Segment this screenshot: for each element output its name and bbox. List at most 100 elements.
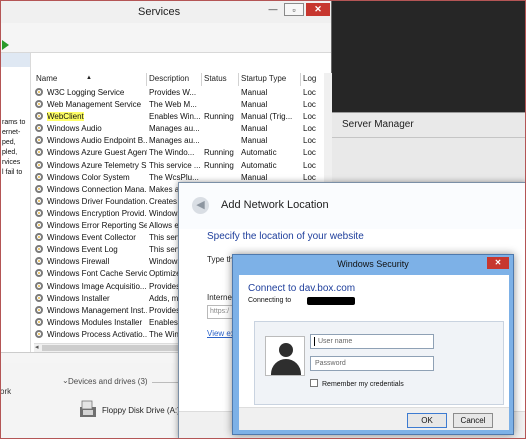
service-log-on-cell: Loc (303, 100, 316, 110)
checkbox-icon[interactable] (310, 379, 318, 387)
service-name-cell[interactable]: Windows Process Activatio... (34, 329, 147, 341)
wizard-titlebar: ◀ Add Network Location (179, 183, 525, 229)
close-icon[interactable]: ✕ (487, 257, 509, 269)
services-title: Services (138, 6, 181, 18)
gear-icon (35, 100, 43, 109)
service-name: Windows Event Log (47, 245, 118, 255)
service-name-cell[interactable]: Windows Font Cache Service (34, 268, 147, 280)
cancel-button[interactable]: Cancel (453, 413, 493, 428)
service-name-cell[interactable]: Windows Modules Installer (34, 317, 147, 329)
ok-button[interactable]: OK (407, 413, 447, 428)
gear-icon (35, 281, 43, 290)
scroll-left-icon[interactable]: ◂ (35, 343, 39, 351)
windows-security-dialog[interactable]: Windows Security ✕ Connect to dav.box.co… (232, 254, 514, 435)
table-row[interactable]: WebClient Enables Win... Running Manual (Tr… (34, 111, 324, 123)
service-name: Windows Firewall (47, 257, 110, 267)
table-row[interactable]: Windows Audio Manages au... Manual Loc (34, 123, 324, 135)
service-startup-type-cell: Automatic (241, 160, 277, 170)
service-log-on-cell: Loc (303, 124, 316, 134)
gear-icon (35, 221, 43, 230)
service-name: Windows Image Acquisitio... (47, 281, 147, 291)
service-name-cell[interactable]: W3C Logging Service (34, 87, 147, 99)
service-name-cell[interactable]: Windows Error Reporting Se... (34, 220, 147, 232)
server-manager-title: Server Manager (342, 119, 414, 130)
security-dialog-body: Connect to dav.box.com Connecting to Use… (239, 275, 509, 430)
column-header-description[interactable]: Description (147, 73, 202, 86)
column-header-log-on-as[interactable]: Log (301, 73, 324, 86)
service-name-cell[interactable]: Windows Azure Telemetry S... (34, 160, 147, 172)
service-description-pane: rams to ernet- ped, pled, rvices l fail … (1, 53, 31, 363)
service-name-cell[interactable]: Windows Audio (34, 123, 147, 135)
table-row[interactable]: W3C Logging Service Provides W... Manual Lo… (34, 87, 324, 99)
service-description-cell: This service ... (149, 160, 201, 170)
service-name-cell[interactable]: Windows Image Acquisitio... (34, 281, 147, 293)
service-name-cell[interactable]: Windows Driver Foundation... (34, 196, 147, 208)
view-examples-link[interactable]: View ex (207, 329, 235, 338)
service-name: Windows Process Activatio... (47, 329, 147, 339)
credential-tile[interactable]: User name Password Remember my credentia… (254, 321, 504, 405)
service-name: Windows Azure Guest Agent (47, 148, 147, 158)
service-name-cell[interactable]: Windows Firewall (34, 256, 147, 268)
security-dialog-footer: OK Cancel (239, 407, 509, 430)
password-input[interactable]: Password (310, 356, 434, 371)
username-input[interactable]: User name (310, 334, 434, 349)
wizard-heading: Specify the location of your website (207, 231, 364, 242)
gear-icon (35, 208, 43, 217)
column-header-status[interactable]: Status (202, 73, 239, 86)
service-startup-type-cell: Automatic (241, 148, 277, 158)
table-row[interactable]: Windows Azure Guest Agent The Windo... Run… (34, 147, 324, 159)
gear-icon (35, 317, 43, 326)
service-name-cell[interactable]: Windows Color System (34, 172, 147, 184)
back-arrow-icon[interactable]: ◀ (192, 197, 209, 214)
services-menubar[interactable] (1, 23, 331, 37)
table-row[interactable]: Web Management Service The Web M... Manual… (34, 99, 324, 111)
floppy-drive-label[interactable]: Floppy Disk Drive (A:) (102, 406, 180, 415)
service-name: Web Management Service (47, 100, 142, 110)
service-name-cell[interactable]: Windows Connection Mana... (34, 184, 147, 196)
service-status-cell: Running (204, 112, 234, 122)
service-name: Windows Audio (47, 124, 102, 134)
start-service-icon[interactable] (2, 40, 9, 50)
service-name: Windows Azure Telemetry S... (47, 160, 147, 170)
column-header-startup-type[interactable]: Startup Type (239, 73, 301, 86)
service-description-cell: Manages au... (149, 124, 200, 134)
service-log-on-cell: Loc (303, 148, 316, 158)
column-header-name[interactable]: Name ▲ (34, 73, 147, 86)
table-row[interactable]: Windows Azure Telemetry S... This service… (34, 160, 324, 172)
username-placeholder: User name (318, 338, 353, 345)
gear-icon (35, 184, 43, 193)
floppy-drive-icon[interactable] (78, 399, 98, 419)
service-description-cell: The Web M... (149, 100, 197, 110)
password-placeholder: Password (315, 360, 346, 367)
pane-text: ped, (2, 139, 16, 146)
services-toolbar[interactable] (1, 37, 331, 53)
service-name-cell[interactable]: Windows Encryption Provid... (34, 208, 147, 220)
pane-text: ernet- (2, 129, 21, 136)
service-name-cell[interactable]: WebClient (34, 111, 147, 123)
server-manager-divider (332, 137, 526, 138)
service-name-cell[interactable]: Windows Management Inst... (34, 305, 147, 317)
user-avatar-icon (265, 336, 305, 376)
service-startup-type-cell: Manual (241, 88, 268, 97)
pane-header (1, 53, 30, 67)
service-name-cell[interactable]: Web Management Service (34, 99, 147, 111)
explorer-nav-fragment[interactable]: ork (0, 387, 11, 396)
table-row[interactable]: Windows Audio Endpoint B... Manages au...… (34, 135, 324, 147)
pane-text: rvices (2, 159, 21, 166)
minimize-button[interactable]: — (263, 3, 283, 16)
service-name-cell[interactable]: Windows Azure Guest Agent (34, 147, 147, 159)
service-name-cell[interactable]: Windows Event Log (34, 244, 147, 256)
maximize-button[interactable]: ▫ (284, 3, 304, 16)
gear-icon (35, 160, 43, 169)
service-name-cell[interactable]: Windows Installer (34, 293, 147, 305)
service-name-cell[interactable]: Windows Audio Endpoint B... (34, 135, 147, 147)
services-titlebar[interactable]: Services — ▫ ✕ (1, 1, 331, 23)
service-description-cell: Provides W... (149, 88, 197, 97)
close-button[interactable]: ✕ (306, 3, 330, 16)
gear-icon (35, 112, 43, 121)
devices-drives-heading[interactable]: Devices and drives (3) (60, 377, 148, 386)
service-startup-type-cell: Manual (Trig... (241, 112, 293, 122)
remember-credentials-checkbox[interactable]: Remember my credentials (310, 379, 404, 388)
remember-credentials-label: Remember my credentials (322, 381, 404, 388)
service-name-cell[interactable]: Windows Event Collector (34, 232, 147, 244)
